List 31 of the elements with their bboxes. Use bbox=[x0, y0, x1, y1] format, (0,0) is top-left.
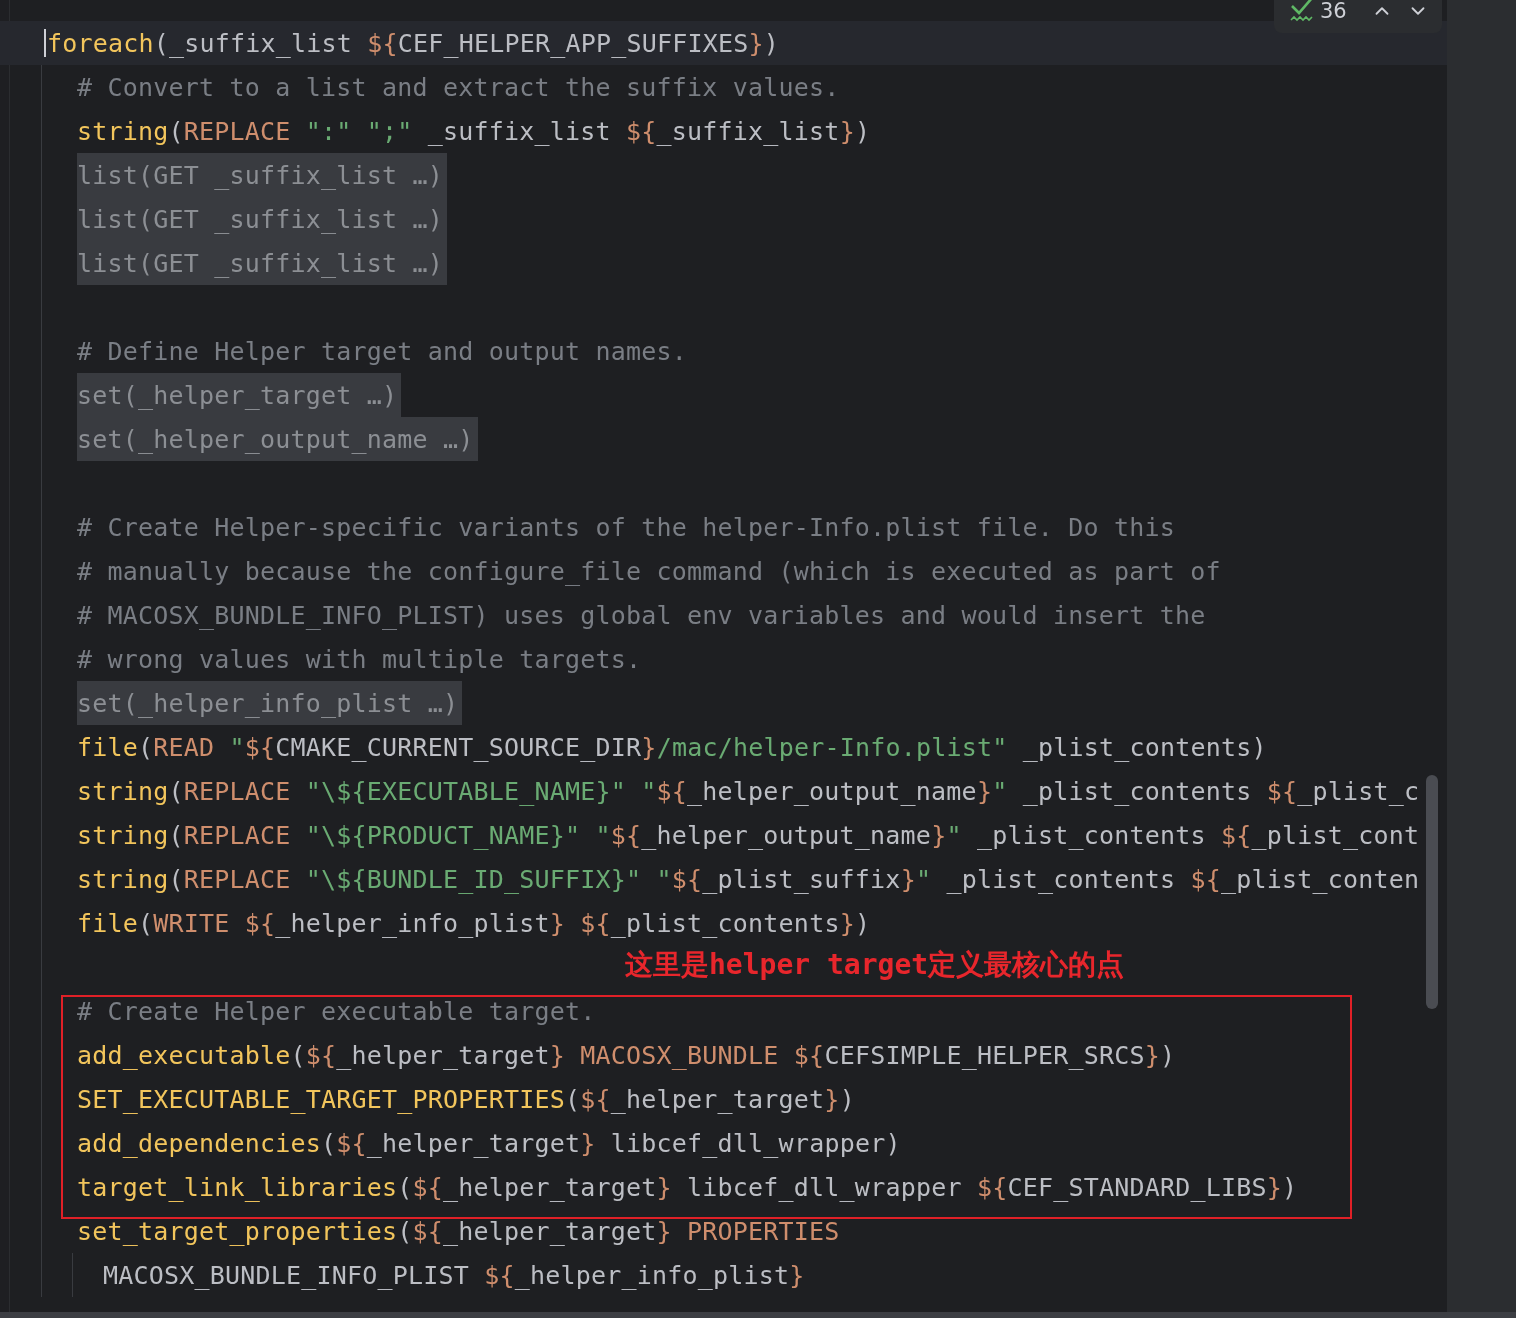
code-comment: # Convert to a list and extract the suffix values. bbox=[77, 72, 840, 102]
folded-code[interactable]: list(GET _suffix_list …) bbox=[77, 153, 448, 197]
scrollbar-thumb[interactable] bbox=[1426, 775, 1438, 1009]
code-comment: # manually because the configure_file command (which is executed as part of bbox=[77, 556, 1221, 586]
code-comment: # MACOSX_BUNDLE_INFO_PLIST) uses global env variables and would insert the bbox=[77, 600, 1206, 630]
problem-count: 36 bbox=[1320, 0, 1347, 22]
code-line: file(READ "${CMAKE_CURRENT_SOURCE_DIR}/mac/helper-Info.plist" _plist_contents) bbox=[77, 732, 1267, 762]
text-caret bbox=[44, 29, 46, 57]
folded-code[interactable]: set(_helper_target …) bbox=[77, 373, 402, 417]
folded-code[interactable]: list(GET _suffix_list …) bbox=[77, 241, 448, 285]
code-comment: # Create Helper-specific variants of the helper-Info.plist file. Do this bbox=[77, 512, 1176, 542]
code-line: target_link_libraries(${_helper_target} libcef_dll_wrapper ${CEF_STANDARD_LIBS}) bbox=[77, 1172, 1298, 1202]
folded-code[interactable]: list(GET _suffix_list …) bbox=[77, 197, 448, 241]
code-comment: # Create Helper executable target. bbox=[77, 996, 596, 1026]
code-line: foreach(_suffix_list ${CEF_HELPER_APP_SUFFIXES}) bbox=[47, 28, 780, 58]
annotation-note: 这里是helper target定义最核心的点 bbox=[625, 947, 1125, 983]
code-line: file(WRITE ${_helper_info_plist} ${_plist_contents}) bbox=[77, 908, 871, 938]
code-line: SET_EXECUTABLE_TARGET_PROPERTIES(${_helper_target}) bbox=[77, 1084, 855, 1114]
folded-code[interactable]: set(_helper_info_plist …) bbox=[77, 681, 463, 725]
code-line: string(REPLACE "\${PRODUCT_NAME}" "${_helper_output_name}" _plist_contents ${_plist_cont bbox=[77, 820, 1420, 850]
code-line: string(REPLACE "\${EXECUTABLE_NAME}" "${_helper_output_name}" _plist_contents ${_plist_c bbox=[77, 776, 1420, 806]
code-line: string(REPLACE ":" ";" _suffix_list ${_suffix_list}) bbox=[77, 116, 871, 146]
code-line: MACOSX_BUNDLE_INFO_PLIST ${_helper_info_plist} bbox=[103, 1260, 805, 1290]
code-comment: # wrong values with multiple targets. bbox=[77, 644, 642, 674]
code-line: add_dependencies(${_helper_target} libcef_dll_wrapper) bbox=[77, 1128, 901, 1158]
code-line: set_target_properties(${_helper_target} PROPERTIES bbox=[77, 1216, 840, 1246]
code-line: string(REPLACE "\${BUNDLE_ID_SUFFIX}" "${_plist_suffix}" _plist_contents ${_plist_conten bbox=[77, 864, 1420, 894]
check-icon bbox=[1290, 0, 1314, 22]
code-comment: # Define Helper target and output names. bbox=[77, 336, 688, 366]
code-line: add_executable(${_helper_target} MACOSX_BUNDLE ${CEFSIMPLE_HELPER_SRCS}) bbox=[77, 1040, 1176, 1070]
folded-code[interactable]: set(_helper_output_name …) bbox=[77, 417, 478, 461]
